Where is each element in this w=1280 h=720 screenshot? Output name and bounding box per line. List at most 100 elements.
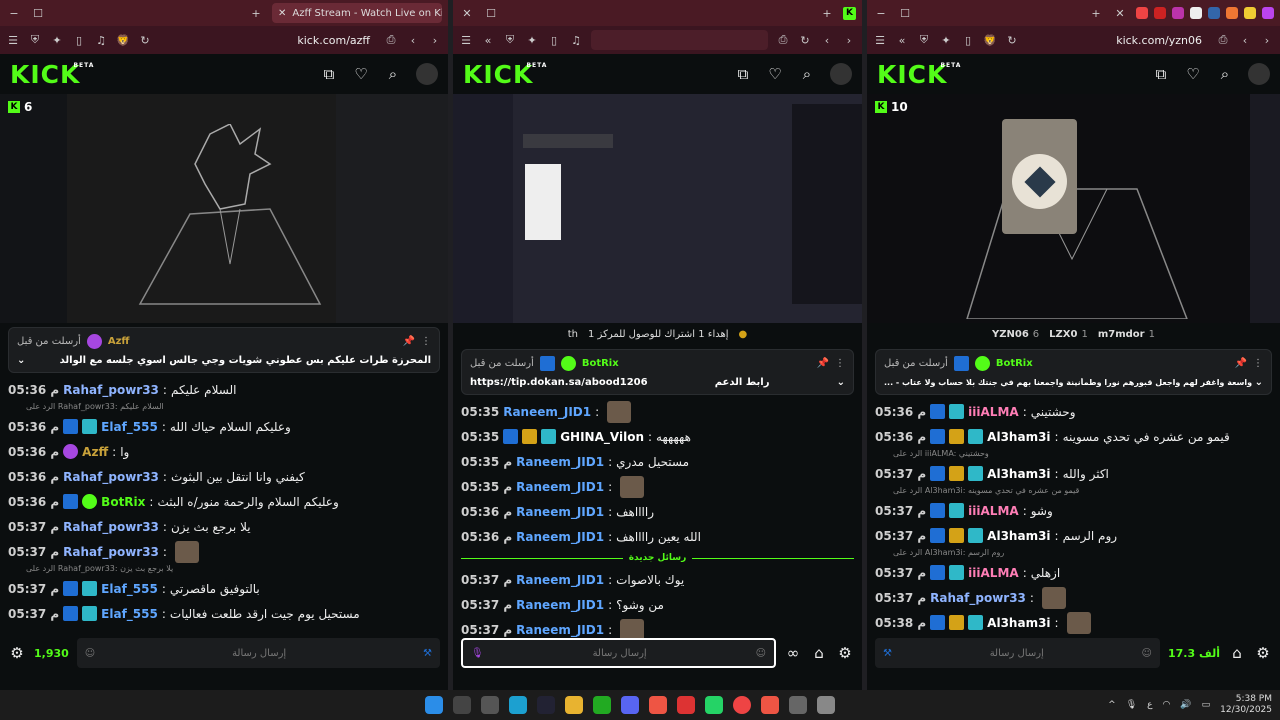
- message-username[interactable]: iiiALMA: [968, 566, 1019, 580]
- reply-reference[interactable]: الرد على iiiALMA: وحشتيني: [875, 449, 1272, 461]
- chat-message[interactable]: 05:37 م iiiALMA: ازهلي: [875, 560, 1272, 585]
- settings-icon[interactable]: ⚙: [836, 644, 854, 662]
- user-avatar[interactable]: [830, 63, 852, 85]
- edge-icon[interactable]: [509, 696, 527, 714]
- video-player[interactable]: K 10: [867, 94, 1280, 323]
- message-username[interactable]: Elaf_555: [101, 420, 158, 434]
- message-username[interactable]: GHINA_Vilon: [560, 430, 644, 444]
- chat-message[interactable]: 05:36 م Al3ham3i: قيمو من عشره في تحدي مسو…: [875, 424, 1272, 449]
- video-player[interactable]: K6: [0, 94, 448, 323]
- brave-icon[interactable]: 🦁: [116, 34, 130, 47]
- chat-message[interactable]: 05:37 م Elaf_555: بالتوفيق ماقصرتي: [8, 576, 440, 601]
- brave-icon[interactable]: 🦁: [983, 34, 997, 47]
- new-tab-icon[interactable]: +: [819, 7, 835, 20]
- message-username[interactable]: Rahaf_powr33: [63, 520, 159, 534]
- chat-input[interactable]: 🎙 إرسال رسالة ☺: [461, 638, 776, 668]
- message-username[interactable]: Al3ham3i: [987, 467, 1050, 481]
- message-username[interactable]: iiiALMA: [968, 405, 1019, 419]
- message-username[interactable]: Raneem_JID1: [516, 480, 604, 494]
- collapse-icon[interactable]: «: [481, 34, 495, 47]
- heart-icon[interactable]: ♡: [352, 65, 370, 83]
- message-username[interactable]: Rahaf_powr33: [930, 591, 1026, 605]
- forward-icon[interactable]: ›: [842, 34, 856, 47]
- emoji-icon[interactable]: ☺: [1142, 648, 1152, 659]
- bookmark-icon[interactable]: ⎙: [776, 33, 790, 47]
- youtube-icon[interactable]: [1154, 7, 1166, 19]
- chat-message[interactable]: 05:36 م Rahaf_powr33: السلام عليكم: [8, 377, 440, 402]
- menu-icon[interactable]: ☰: [6, 34, 20, 47]
- chat-message[interactable]: 05:37 م Raneem_JID1: من وشو؟: [461, 592, 854, 617]
- chat-message[interactable]: 05:36 م Azff: وا: [8, 439, 440, 464]
- chevron-down-icon[interactable]: ⌄: [17, 355, 25, 366]
- new-tab-icon[interactable]: +: [248, 7, 264, 20]
- active-tab[interactable]: ✕ Azff Stream - Watch Live on Kick K: [272, 3, 442, 23]
- shield-icon[interactable]: ⛨: [917, 33, 931, 47]
- reply-reference[interactable]: الرد على Al3ham3i: قيمو من عشره في تحدي …: [875, 486, 1272, 498]
- address-bar[interactable]: kick.com/yzn06: [1027, 30, 1208, 50]
- infinity-icon[interactable]: ∞: [784, 644, 802, 662]
- close-icon[interactable]: ✕: [459, 7, 475, 20]
- obs-icon[interactable]: [789, 696, 807, 714]
- search-icon[interactable]: ⌕: [384, 65, 402, 83]
- discord-icon[interactable]: [621, 696, 639, 714]
- store-icon[interactable]: ⌂: [1228, 644, 1246, 662]
- tab-icon[interactable]: [1262, 7, 1274, 19]
- file-explorer-icon[interactable]: [565, 696, 583, 714]
- tab-icon[interactable]: [1208, 7, 1220, 19]
- message-username[interactable]: Al3ham3i: [987, 616, 1050, 630]
- chat-message[interactable]: 05:37 م iiiALMA: وشو: [875, 498, 1272, 523]
- back-icon[interactable]: ‹: [406, 34, 420, 47]
- address-bar[interactable]: [591, 30, 768, 50]
- chat-message[interactable]: 05:36 م BotRix: وعليكم السلام والرحمة منور…: [8, 489, 440, 514]
- forward-icon[interactable]: ›: [428, 34, 442, 47]
- chat-message[interactable]: 05:35 م Raneem_JID1: مستحيل مدري: [461, 449, 854, 474]
- brave-icon[interactable]: [649, 696, 667, 714]
- message-username[interactable]: Raneem_JID1: [516, 573, 604, 587]
- user-avatar[interactable]: [416, 63, 438, 85]
- reload-icon[interactable]: ↻: [138, 34, 152, 47]
- emoji-icon[interactable]: ☺: [85, 648, 95, 659]
- pin-icon[interactable]: 📌: [403, 336, 415, 347]
- chat-message[interactable]: 05:36 م Rahaf_powr33: كيفني وانا انتقل بين…: [8, 464, 440, 489]
- reply-reference[interactable]: الرد على Rahaf_powr33: السلام عليكم: [8, 402, 440, 414]
- message-username[interactable]: Rahaf_powr33: [63, 383, 159, 397]
- chat-message[interactable]: 05:37 م Raneem_JID1: يوك بالاصوات: [461, 567, 854, 592]
- bookmark-icon[interactable]: ⎙: [1216, 33, 1230, 47]
- following-icon[interactable]: ⧉: [734, 65, 752, 83]
- reddit-icon[interactable]: [1136, 7, 1148, 19]
- maximize-icon[interactable]: ☐: [483, 7, 499, 20]
- sidebar-icon[interactable]: ▯: [961, 34, 975, 47]
- message-username[interactable]: Raneem_JID1: [516, 623, 604, 637]
- chat-message[interactable]: 05:37 م Al3ham3i: روم الرسم: [875, 523, 1272, 548]
- chat-message[interactable]: 05:37 م Rahaf_powr33:: [8, 539, 440, 564]
- message-username[interactable]: Elaf_555: [101, 582, 158, 596]
- message-username[interactable]: Al3ham3i: [987, 430, 1050, 444]
- language-indicator[interactable]: ع: [1147, 700, 1152, 710]
- video-player[interactable]: [453, 94, 862, 323]
- chat-message[interactable]: 05:35 GHINA_Vilon: هههههه: [461, 424, 854, 449]
- pin-icon[interactable]: 📌: [817, 358, 829, 369]
- message-username[interactable]: Raneem_JID1: [516, 455, 604, 469]
- music-icon[interactable]: ♫: [94, 34, 108, 47]
- tab-icon[interactable]: [1226, 7, 1238, 19]
- mic-icon[interactable]: 🎙: [1126, 700, 1137, 710]
- message-username[interactable]: Raneem_JID1: [516, 530, 604, 544]
- message-username[interactable]: iiiALMA: [968, 504, 1019, 518]
- pinned-link[interactable]: https://tip.dokan.sa/abood1206: [470, 377, 648, 388]
- task-view-icon[interactable]: [481, 696, 499, 714]
- chat-message[interactable]: 05:36 م Raneem_JID1: الله يعين رااااهف: [461, 524, 854, 549]
- tab-icon[interactable]: [1244, 7, 1256, 19]
- chrome-icon[interactable]: [733, 696, 751, 714]
- address-bar[interactable]: kick.com/azff: [160, 30, 376, 50]
- reply-reference[interactable]: الرد على Rahaf_powr33: يلا برجع بث يزن: [8, 564, 440, 576]
- chat-message[interactable]: 05:36 م Raneem_JID1: رااااهف: [461, 499, 854, 524]
- message-username[interactable]: BotRix: [101, 495, 145, 509]
- maximize-icon[interactable]: ☐: [30, 7, 46, 20]
- music-icon[interactable]: ♫: [569, 34, 583, 47]
- chat-message[interactable]: 05:35 Raneem_JID1:: [461, 399, 854, 424]
- search-icon[interactable]: ⌕: [798, 65, 816, 83]
- emoji-icon[interactable]: ☺: [756, 648, 766, 659]
- maximize-icon[interactable]: ☐: [897, 7, 913, 20]
- reload-icon[interactable]: ↻: [798, 34, 812, 47]
- chat-message[interactable]: 05:35 م Raneem_JID1:: [461, 474, 854, 499]
